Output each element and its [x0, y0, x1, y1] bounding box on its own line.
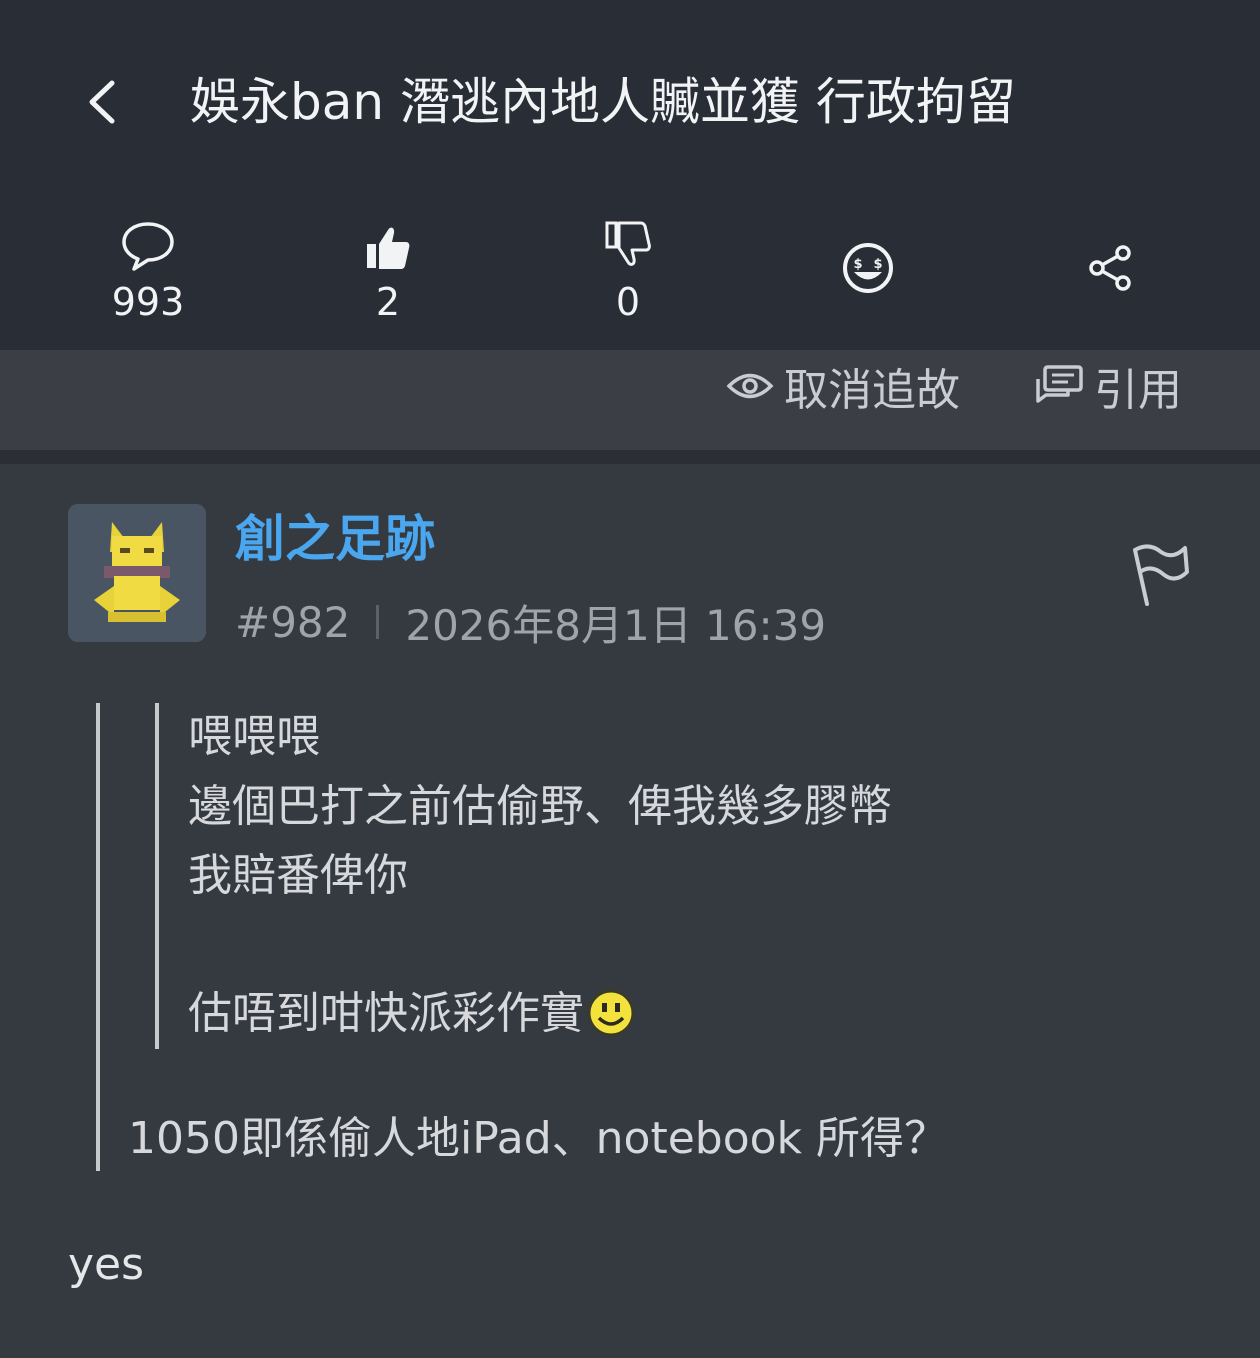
- smiley-icon: [587, 989, 635, 1037]
- money-face-icon: $ $: [843, 243, 893, 293]
- svg-text:$: $: [853, 257, 862, 272]
- pixel-creature-avatar-icon: [68, 504, 206, 642]
- section-divider: [0, 450, 1260, 464]
- thumbs-up-icon: [367, 227, 410, 269]
- dislike-stat[interactable]: 0: [558, 212, 698, 332]
- comment-bubble-icon: [122, 222, 174, 271]
- inner-quote-text: 估唔到咁快派彩作實: [188, 988, 584, 1039]
- outer-quote-bar: [96, 703, 100, 1171]
- quote-icon: [1036, 365, 1083, 403]
- share-icon: [1089, 245, 1131, 291]
- username[interactable]: 創之足跡: [235, 506, 435, 572]
- inner-quote-line: 邊個巴打之前估偷野、俾我幾多膠幣: [188, 781, 892, 832]
- like-stat[interactable]: 2: [318, 212, 458, 332]
- avatar[interactable]: [68, 504, 206, 642]
- thread-title: 娛永ban 潛逃內地人贓並獲 行政拘留: [190, 73, 1016, 131]
- floor-number: #982: [235, 597, 351, 647]
- unfollow-label: 取消追故: [784, 365, 960, 416]
- reply-text: yes: [68, 1239, 145, 1290]
- inner-quote-bar: [155, 703, 159, 1049]
- likes-count: 2: [375, 280, 401, 324]
- reward-button[interactable]: $ $: [838, 238, 898, 298]
- svg-text:$: $: [873, 257, 882, 272]
- inner-quote-line-last: 估唔到咁快派彩作實: [188, 981, 636, 1047]
- flag-icon: [1133, 544, 1189, 606]
- report-button[interactable]: [1125, 540, 1195, 610]
- post-meta: #982 2026年8月1日 16:39: [235, 594, 826, 650]
- post-datetime: 2026年8月1日 16:39: [405, 600, 827, 650]
- top-bar: 娛永ban 潛逃內地人贓並獲 行政拘留 993 2 0 $ $: [0, 0, 1260, 350]
- unfollow-button[interactable]: 取消追故: [726, 356, 960, 416]
- inner-quote-line: 我賠番俾你: [188, 850, 408, 901]
- meta-divider: [376, 605, 380, 639]
- back-chevron-icon: [89, 80, 115, 124]
- eye-icon: [726, 373, 774, 399]
- back-button[interactable]: [72, 72, 132, 132]
- comments-count: 993: [111, 280, 185, 324]
- dislikes-count: 0: [615, 280, 641, 324]
- outer-quote-text: 1050即係偷人地iPad、notebook 所得？: [128, 1113, 949, 1164]
- comments-stat[interactable]: 993: [78, 212, 218, 332]
- thumbs-down-icon: [605, 221, 651, 266]
- share-button[interactable]: [1080, 238, 1140, 298]
- quote-label: 引用: [1094, 365, 1182, 416]
- inner-quote-line: 喂喂喂: [188, 711, 320, 762]
- quote-button[interactable]: 引用: [1034, 356, 1182, 416]
